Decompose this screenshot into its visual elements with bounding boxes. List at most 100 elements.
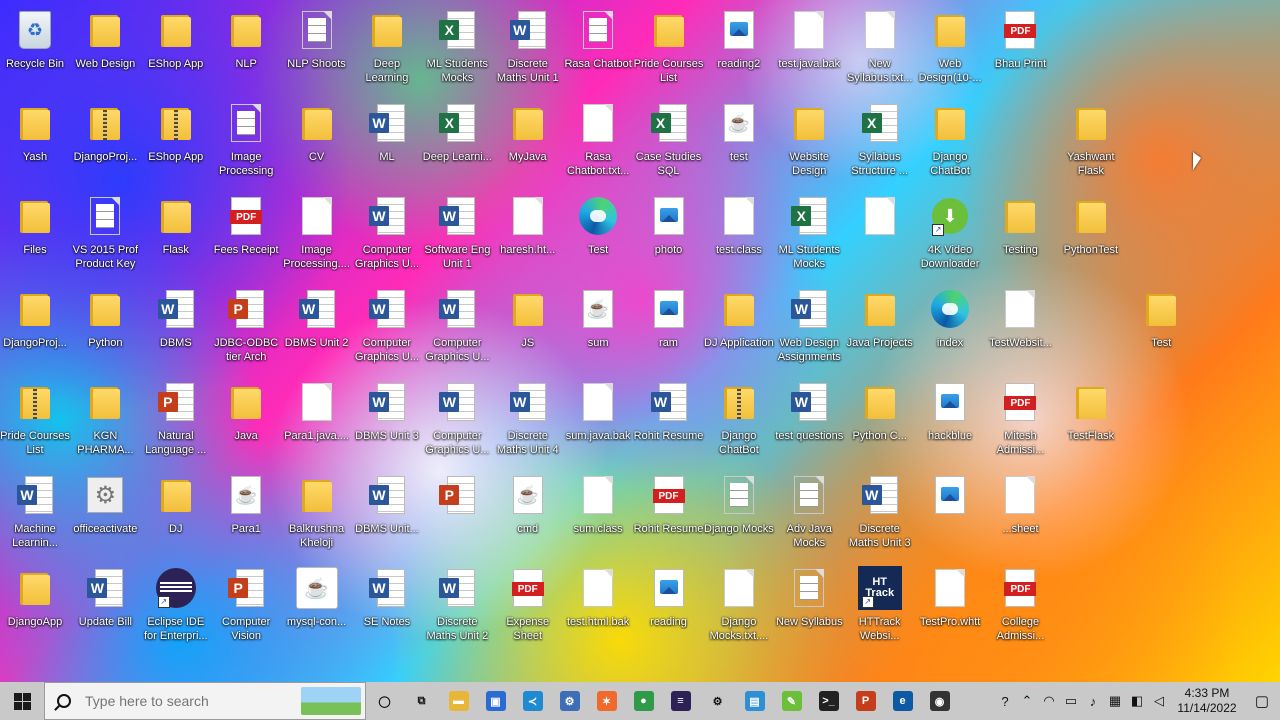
desktop-icon[interactable]: New Syllabus [774, 562, 844, 652]
taskbar-notepad-button[interactable]: ✎ [773, 682, 810, 720]
desktop-icon[interactable]: reading2 [704, 4, 774, 94]
desktop-icon[interactable]: Java [211, 376, 281, 466]
desktop-icon[interactable]: Testing [985, 190, 1055, 280]
taskbar-edge-button[interactable]: e [884, 682, 921, 720]
desktop-icon[interactable]: PDF Expense Sheet [493, 562, 563, 652]
desktop-icon[interactable]: W Computer Graphics U... [422, 376, 492, 466]
desktop-icon[interactable]: DJ Application [704, 283, 774, 373]
desktop-icon[interactable]: ⬇ ↗ 4K Video Downloader [915, 190, 985, 280]
taskbar-vscode-button[interactable]: ≺ [514, 682, 551, 720]
desktop-icon[interactable]: PDF College Admissi... [985, 562, 1055, 652]
taskbar-remote-button[interactable]: ▤ [736, 682, 773, 720]
speaker-icon[interactable]: ◁ [1148, 693, 1170, 709]
desktop-icon[interactable]: Flask [141, 190, 211, 280]
desktop-icon[interactable]: Wtest questions [774, 376, 844, 466]
desktop-icon[interactable]: W DBMS Unit 3 [352, 376, 422, 466]
desktop-icon[interactable]: Rasa Chatbot.txt... [563, 97, 633, 187]
desktop-icon[interactable]: index [915, 283, 985, 373]
desktop-icon[interactable] [845, 190, 915, 280]
desktop-icon[interactable]: test.java.bak [774, 4, 844, 94]
desktop-icon[interactable]: Pride Courses List [634, 4, 704, 94]
desktop-icon[interactable]: New Syllabus.txt... [845, 4, 915, 94]
desktop-icon[interactable]: DjangoApp [0, 562, 70, 652]
desktop-icon[interactable]: P [422, 469, 492, 559]
taskbar-chrome-button[interactable]: ● [625, 682, 662, 720]
desktop-icon[interactable]: Balkrushna Kheloji [282, 469, 352, 559]
desktop-icon[interactable]: Adv Java Mocks [774, 469, 844, 559]
desktop-icon[interactable]: test.class [704, 190, 774, 280]
desktop-icon[interactable]: Django Mocks [704, 469, 774, 559]
help-icon[interactable]: ? [994, 694, 1016, 709]
desktop-icon[interactable]: W Discrete Maths Unit 2 [422, 562, 492, 652]
taskbar-settings-button[interactable]: ⚙ [699, 682, 736, 720]
taskbar-powerpoint-button[interactable]: P [847, 682, 884, 720]
desktop-icon[interactable]: ...sheet [985, 469, 1055, 559]
desktop-icon[interactable]: Web Design(10-... [915, 4, 985, 94]
desktop-icon[interactable]: P Natural Language ... [141, 376, 211, 466]
desktop-icon[interactable]: TestPro.whtt [915, 562, 985, 652]
desktop-icon[interactable]: Python C... [845, 376, 915, 466]
desktop-icon[interactable]: PDF Mitesh Admissi... [985, 376, 1055, 466]
desktop-icon[interactable]: PDF Rohit Resume [634, 469, 704, 559]
desktop-icon[interactable]: sum.class [563, 469, 633, 559]
desktop-icon[interactable]: Para1.java.... [282, 376, 352, 466]
desktop-icon[interactable]: W Computer Graphics U... [352, 283, 422, 373]
desktop-icon[interactable]: DjangoProj... [70, 97, 140, 187]
desktop-icon[interactable]: Files [0, 190, 70, 280]
taskbar-multitask-button[interactable]: ⧉ [403, 682, 440, 720]
desktop-icon[interactable]: Web Design [70, 4, 140, 94]
taskbar-task-view-button[interactable]: ◯ [366, 682, 403, 720]
desktop-icon[interactable]: Yash [0, 97, 70, 187]
desktop-icon[interactable]: PDF Bhau Print [985, 4, 1055, 94]
desktop-icon[interactable]: W Machine Learnin... [0, 469, 70, 559]
desktop-icon[interactable]: X Case Studies SQL [634, 97, 704, 187]
desktop-icon[interactable]: W SE Notes [352, 562, 422, 652]
desktop-icon[interactable]: W DBMS Unit 2 [282, 283, 352, 373]
desktop-icon[interactable]: JS [493, 283, 563, 373]
desktop-icon[interactable]: W Update Bill [70, 562, 140, 652]
meet-icon[interactable]: ◧ [1126, 693, 1148, 709]
desktop-icon[interactable]: W Computer Graphics U... [352, 190, 422, 280]
desktop-icon[interactable]: MyJava [493, 97, 563, 187]
desktop-icon[interactable]: haresh.ht... [493, 190, 563, 280]
taskbar-store-button[interactable]: ▣ [477, 682, 514, 720]
desktop-icon[interactable]: Deep Learning [352, 4, 422, 94]
notification-icon[interactable]: ▢ [1244, 692, 1280, 710]
desktop-icon[interactable]: Image Processing.... [282, 190, 352, 280]
desktop-icon[interactable]: Django ChatBot [704, 376, 774, 466]
desktop-icon[interactable]: DJ [141, 469, 211, 559]
desktop-icon[interactable]: P JDBC-ODBC tier Arch [211, 283, 281, 373]
desktop-icon[interactable]: ☕ sum [563, 283, 633, 373]
desktop-icon[interactable]: NLP [211, 4, 281, 94]
desktop-icon[interactable]: DjangoProj... [0, 283, 70, 373]
desktop-icon[interactable]: photo [634, 190, 704, 280]
desktop-icon[interactable]: ☕ mysql-con... [282, 562, 352, 652]
desktop-icon[interactable]: CV [282, 97, 352, 187]
taskbar-terminal-button[interactable]: >_ [810, 682, 847, 720]
desktop-icon[interactable]: Test [563, 190, 633, 280]
desktop-icon[interactable]: Python [70, 283, 140, 373]
start-button[interactable] [0, 682, 44, 720]
taskbar-eclipse-button[interactable]: ≡ [662, 682, 699, 720]
taskbar-postman-button[interactable]: ✶ [588, 682, 625, 720]
desktop-icon[interactable]: P Computer Vision [211, 562, 281, 652]
desktop-icon[interactable]: X ML Students Mocks [422, 4, 492, 94]
desktop-icon[interactable]: W Web Design Assignments [774, 283, 844, 373]
desktop-icon[interactable]: Java Projects [845, 283, 915, 373]
wifi-icon[interactable]: ◠ [1038, 693, 1060, 709]
desktop-icon[interactable]: ram [634, 283, 704, 373]
desktop-icon[interactable]: ☕ Para1 [211, 469, 281, 559]
network-icon[interactable]: ▦ [1104, 693, 1126, 709]
desktop-icon[interactable]: test.html.bak [563, 562, 633, 652]
desktop-icon[interactable]: W Computer Graphics U... [422, 283, 492, 373]
desktop-icon[interactable]: EShop App [141, 97, 211, 187]
desktop-icon[interactable]: Rasa Chatbot [563, 4, 633, 94]
desktop-icon[interactable] [915, 469, 985, 559]
desktop-icon[interactable]: Yashwant Flask [1056, 97, 1126, 187]
desktop-icon[interactable]: W ML [352, 97, 422, 187]
search-input[interactable] [83, 692, 287, 710]
mic-icon[interactable]: ♪ [1082, 694, 1104, 709]
desktop-icon[interactable]: Django ChatBot [915, 97, 985, 187]
desktop-icon[interactable]: X Deep Learni... [422, 97, 492, 187]
desktop-icon[interactable]: Django Mocks.txt.... [704, 562, 774, 652]
